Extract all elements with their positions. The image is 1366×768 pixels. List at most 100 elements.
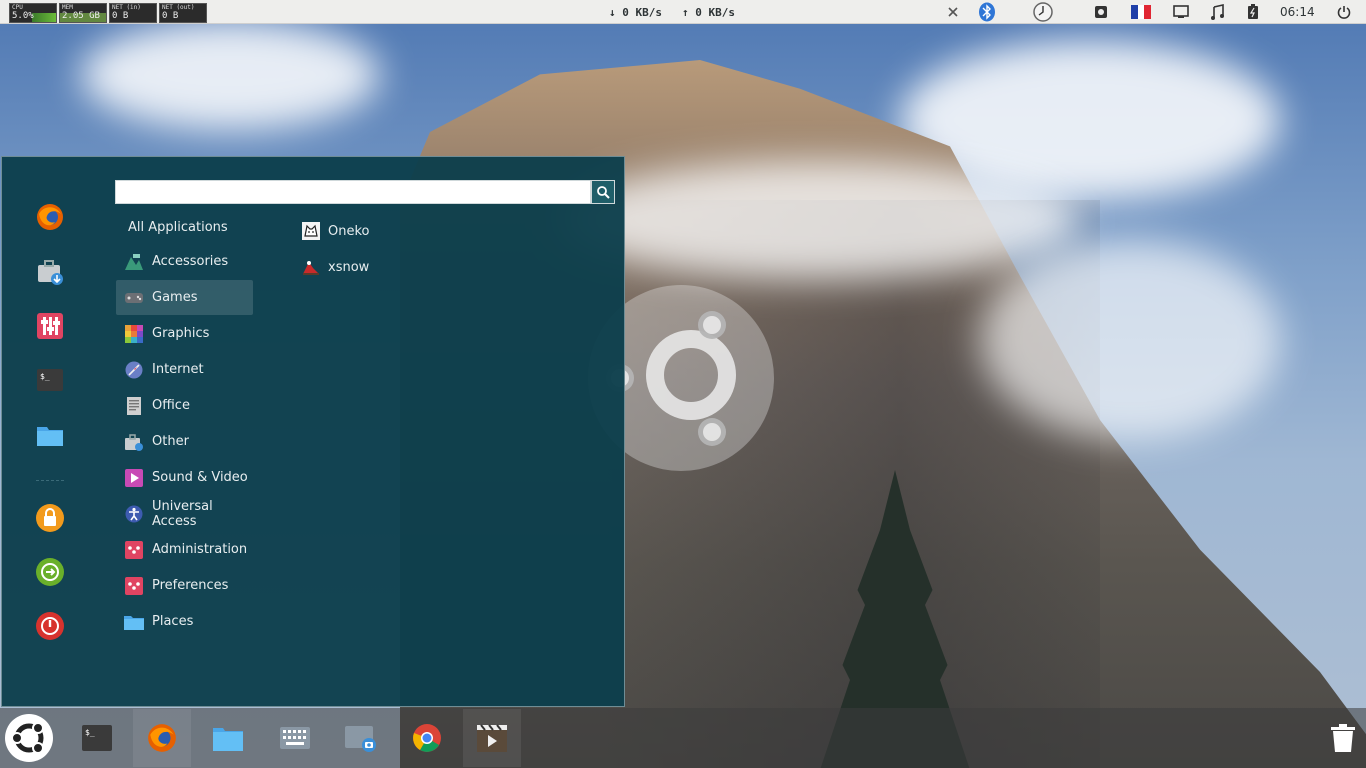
net-out-value: 0 B	[162, 10, 179, 21]
terminal-icon: $_	[82, 725, 112, 751]
category-preferences[interactable]: Preferences	[116, 568, 253, 603]
administration-icon	[124, 540, 144, 560]
keyboard-layout-fr-icon[interactable]	[1129, 0, 1153, 24]
battery-icon[interactable]	[1244, 0, 1262, 24]
category-label: Other	[152, 434, 189, 449]
other-icon	[124, 432, 144, 452]
dock-terminal[interactable]: $_	[68, 709, 126, 767]
category-label: Preferences	[152, 578, 229, 593]
xsnow-santa-icon	[301, 257, 321, 277]
memory-monitor[interactable]: MEM 2.05 GB	[59, 2, 107, 23]
cpu-graph	[32, 12, 56, 22]
category-label: Games	[152, 290, 198, 305]
net-upload-speed[interactable]: ↑ 0 KB/s	[682, 0, 735, 24]
category-games[interactable]: Games	[116, 280, 253, 315]
clock-applet-icon[interactable]	[1032, 0, 1054, 24]
category-label: Administration	[152, 542, 248, 557]
display-icon[interactable]	[1172, 0, 1190, 24]
video-editor-icon	[477, 724, 507, 752]
keyboard-icon	[280, 727, 310, 749]
folder-icon[interactable]	[35, 420, 65, 450]
places-icon	[124, 612, 144, 632]
favorites-column: $_	[2, 157, 98, 706]
files-icon	[213, 728, 243, 751]
trash-icon	[1331, 724, 1355, 752]
software-center-icon[interactable]	[35, 257, 65, 287]
ubuntu-watermark-ring	[646, 330, 736, 420]
close-icon[interactable]	[944, 0, 962, 24]
all-applications-category[interactable]: All Applications	[128, 220, 228, 235]
sound-video-icon	[124, 468, 144, 488]
net-download-speed[interactable]: ↓ 0 KB/s	[609, 0, 662, 24]
category-places[interactable]: Places	[116, 604, 253, 639]
settings-icon[interactable]	[35, 311, 65, 341]
games-icon	[124, 288, 144, 308]
app-xsnow[interactable]: xsnow	[298, 252, 369, 282]
category-label: Places	[152, 614, 194, 629]
lock-icon[interactable]	[35, 503, 65, 533]
top-panel: CPU 5.0% MEM 2.05 GB NET (in) 0 B NET (o…	[0, 0, 1366, 24]
oneko-cat-icon	[301, 221, 321, 241]
app-oneko[interactable]: Oneko	[298, 216, 370, 246]
ubuntu-watermark-dot	[698, 418, 726, 446]
ubuntu-watermark-dot	[698, 311, 726, 339]
dock-keyboard[interactable]	[266, 709, 324, 767]
terminal-icon[interactable]: $_	[35, 365, 65, 395]
ubuntu-menu-icon	[5, 714, 53, 762]
category-label: Universal Access	[152, 498, 213, 529]
preferences-icon	[124, 576, 144, 596]
application-menu: $_ All Applications Accessories Games Gr…	[1, 156, 625, 707]
dock-chrome[interactable]	[398, 709, 456, 767]
category-internet[interactable]: Internet	[116, 352, 253, 387]
internet-icon	[124, 360, 144, 380]
category-sound-video[interactable]: Sound & Video	[116, 460, 253, 495]
svg-text:$_: $_	[40, 372, 50, 381]
category-label: Internet	[152, 362, 204, 377]
dock-trash[interactable]	[1320, 709, 1366, 767]
dock-firefox[interactable]	[133, 709, 191, 767]
search-button[interactable]	[591, 180, 615, 204]
category-other[interactable]: Other	[116, 424, 253, 459]
logout-icon[interactable]	[35, 557, 65, 587]
panel-clock[interactable]: 06:14	[1280, 0, 1315, 24]
bluetooth-icon[interactable]	[977, 0, 997, 24]
graphics-icon	[124, 324, 144, 344]
cpu-monitor[interactable]: CPU 5.0%	[9, 2, 57, 23]
shutdown-icon[interactable]	[35, 611, 65, 641]
category-label: Accessories	[152, 254, 229, 269]
app-label: xsnow	[328, 259, 370, 275]
power-icon[interactable]	[1334, 0, 1354, 24]
dock-video-editor[interactable]	[463, 709, 521, 767]
category-label: Graphics	[152, 326, 210, 341]
wallpaper-cloud	[980, 240, 1280, 440]
search-icon	[597, 186, 610, 199]
category-label: Office	[152, 398, 190, 413]
chrome-icon	[413, 724, 441, 752]
category-universal-access[interactable]: Universal Access	[116, 496, 253, 531]
search-field[interactable]	[115, 180, 591, 204]
firefox-icon[interactable]	[35, 202, 65, 232]
net-in-value: 0 B	[112, 10, 129, 21]
app-label: Oneko	[328, 223, 370, 239]
category-label: Sound & Video	[152, 470, 248, 485]
wallpaper-cloud	[560, 160, 1080, 280]
net-in-monitor[interactable]: NET (in) 0 B	[109, 2, 157, 23]
music-icon[interactable]	[1208, 0, 1226, 24]
category-administration[interactable]: Administration	[116, 532, 253, 567]
category-graphics[interactable]: Graphics	[116, 316, 253, 351]
firefox-icon	[148, 724, 176, 752]
dock-files[interactable]	[199, 709, 257, 767]
office-icon	[124, 396, 144, 416]
screenshot-icon[interactable]	[1092, 0, 1110, 24]
net-out-monitor[interactable]: NET (out) 0 B	[159, 2, 207, 23]
wallpaper-cloud	[80, 20, 380, 130]
favorites-separator	[35, 475, 65, 485]
dock-screenshot[interactable]	[332, 709, 390, 767]
search-input[interactable]	[116, 181, 590, 204]
memory-monitor-value: 2.05 GB	[62, 10, 100, 21]
category-office[interactable]: Office	[116, 388, 253, 423]
system-monitor[interactable]: CPU 5.0% MEM 2.05 GB NET (in) 0 B NET (o…	[9, 1, 209, 23]
category-accessories[interactable]: Accessories	[116, 244, 253, 279]
ubuntu-menu-button[interactable]	[0, 709, 58, 767]
cpu-monitor-value: 5.0%	[12, 10, 34, 21]
